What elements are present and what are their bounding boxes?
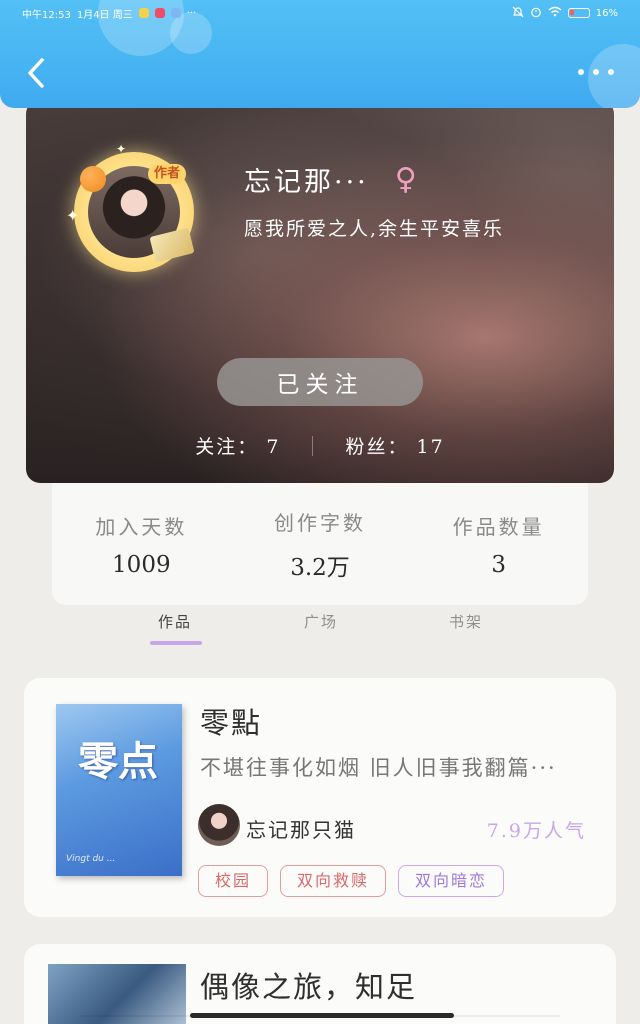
popularity-count: 7.9万人气 bbox=[486, 820, 586, 842]
more-options-button[interactable] bbox=[578, 62, 614, 82]
info-label: 创作字数 bbox=[273, 510, 366, 535]
work-title[interactable]: 偶像之旅，知足 bbox=[200, 964, 417, 1006]
following-count: 7 bbox=[266, 436, 281, 458]
info-value: 3 bbox=[491, 551, 506, 578]
chevron-left-icon bbox=[28, 58, 44, 88]
book-cover[interactable]: 零点 Vingt du ... bbox=[56, 704, 182, 876]
tag-mutual-crush[interactable]: 双向暗恋 bbox=[398, 865, 505, 897]
more-dots-icon bbox=[608, 69, 614, 75]
work-description: 不堪往事化如烟 旧人旧事我翻篇··· bbox=[200, 756, 557, 780]
tab-bookshelf[interactable]: 书架 bbox=[449, 611, 483, 632]
sparkle-icon: ✦ bbox=[66, 206, 80, 225]
work-card[interactable]: 零点 Vingt du ... 零點 不堪往事化如烟 旧人旧事我翻篇··· 忘记… bbox=[24, 678, 616, 917]
profile-header-card: ✦ ✦ 作者 忘记那··· ♀ 愿我所爱之人,余生平安喜乐 已关注 关注： 7 … bbox=[26, 100, 614, 483]
back-button[interactable] bbox=[22, 56, 50, 90]
avatar[interactable]: ✦ ✦ 作者 bbox=[66, 142, 195, 272]
mute-icon bbox=[512, 6, 524, 21]
battery-level: 16% bbox=[595, 7, 618, 19]
info-value: 3.2万 bbox=[290, 554, 350, 581]
tag-campus[interactable]: 校园 bbox=[198, 865, 269, 897]
sparkle-icon: ✦ bbox=[116, 142, 127, 156]
follow-stats: 关注： 7 粉丝： 17 bbox=[26, 432, 614, 459]
fans-count: 17 bbox=[416, 436, 445, 458]
work-title[interactable]: 零點 bbox=[200, 700, 262, 742]
app-notification-icon bbox=[154, 8, 165, 18]
nickname-row: 忘记那··· ♀ bbox=[244, 160, 417, 199]
nickname: 忘记那··· bbox=[244, 167, 369, 198]
stat-divider bbox=[312, 435, 314, 456]
info-word-count: 创作字数 3.2万 bbox=[240, 507, 400, 582]
active-tab-indicator bbox=[150, 641, 202, 645]
follow-button[interactable]: 已关注 bbox=[217, 358, 423, 406]
author-info-card: 加入天数 1009 创作字数 3.2万 作品数量 3 bbox=[52, 483, 588, 605]
battery-icon bbox=[567, 8, 590, 18]
status-date: 1月4日 周三 bbox=[76, 9, 133, 21]
status-right: 16% bbox=[512, 6, 618, 21]
signature: 愿我所爱之人,余生平安喜乐 bbox=[244, 218, 505, 240]
fans-label: 粉丝： bbox=[345, 436, 409, 458]
work-card[interactable]: 偶像之旅，知足 bbox=[24, 944, 616, 1024]
home-indicator[interactable] bbox=[190, 1013, 454, 1018]
status-more: ··· bbox=[186, 7, 197, 19]
tag-mutual-redemption[interactable]: 双向救赎 bbox=[280, 865, 387, 897]
author-name[interactable]: 忘记那只猫 bbox=[246, 814, 356, 843]
tag-list: 校园 双向救赎 双向暗恋 bbox=[198, 865, 505, 897]
author-badge: 作者 bbox=[148, 164, 187, 184]
cover-title: 零点 bbox=[78, 739, 158, 785]
info-label: 加入天数 bbox=[95, 514, 188, 539]
status-time: 中午12:53 bbox=[22, 9, 71, 21]
info-label: 作品数量 bbox=[452, 514, 545, 539]
info-join-days: 加入天数 1009 bbox=[61, 511, 221, 578]
tab-works[interactable]: 作品 bbox=[158, 611, 192, 632]
more-dots-icon bbox=[593, 69, 599, 75]
following-stat[interactable]: 关注： 7 bbox=[195, 432, 280, 459]
fans-stat[interactable]: 粉丝： 17 bbox=[345, 432, 444, 459]
top-bar: 中午12:53 1月4日 周三 ··· 16% bbox=[0, 0, 640, 108]
female-icon: ♀ bbox=[394, 161, 417, 197]
info-works-count: 作品数量 3 bbox=[419, 511, 579, 578]
tab-square[interactable]: 广场 bbox=[304, 611, 338, 632]
alarm-icon bbox=[530, 6, 542, 21]
status-left: 中午12:53 1月4日 周三 ··· bbox=[22, 6, 196, 21]
status-bar: 中午12:53 1月4日 周三 ··· 16% bbox=[22, 4, 618, 22]
more-dots-icon bbox=[578, 69, 584, 75]
orange-decor-icon bbox=[80, 166, 106, 192]
author-avatar[interactable] bbox=[198, 804, 240, 846]
app-notification-icon bbox=[138, 8, 149, 18]
tab-bar: 作品 广场 书架 bbox=[0, 607, 640, 651]
cover-subtitle: Vingt du ... bbox=[66, 854, 116, 864]
following-label: 关注： bbox=[195, 436, 259, 458]
info-value: 1009 bbox=[112, 551, 171, 578]
wifi-icon bbox=[548, 6, 562, 20]
app-notification-icon bbox=[170, 8, 181, 18]
